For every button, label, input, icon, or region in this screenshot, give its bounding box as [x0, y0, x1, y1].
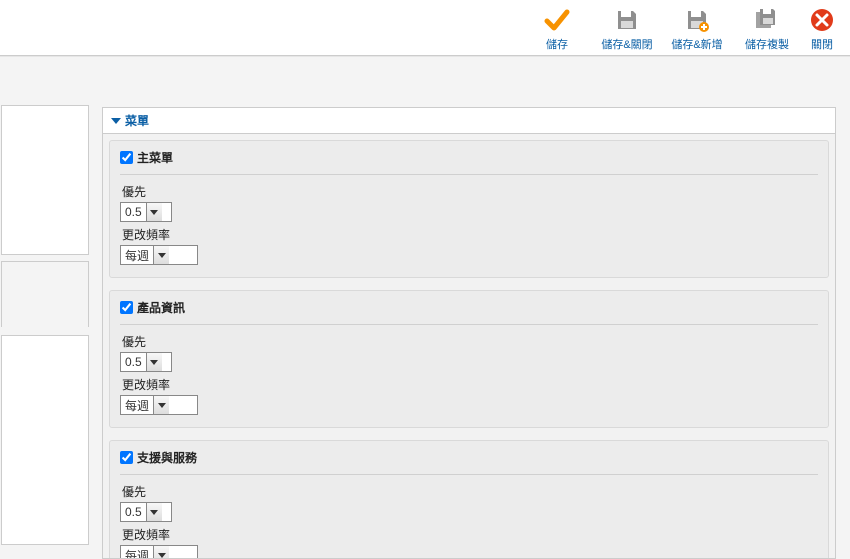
menu-group: 產品資訊 優先 0.5 更改頻率 每週 [109, 290, 829, 428]
disclosure-icon [111, 118, 121, 124]
left-panel-b [1, 261, 89, 327]
freq-select[interactable]: 每週 [120, 395, 198, 415]
freq-value: 每週 [125, 397, 149, 414]
workspace: 菜單 主菜單 優先 0.5 更改頻率 每週 [0, 56, 850, 559]
chevron-down-icon [146, 203, 162, 221]
freq-value: 每週 [125, 247, 149, 264]
group-checkbox[interactable] [120, 151, 133, 164]
group-checkbox[interactable] [120, 451, 133, 464]
left-panel-c [1, 335, 89, 545]
section-title: 菜單 [125, 112, 149, 129]
close-button[interactable]: 關閉 [802, 4, 842, 52]
freq-label: 更改頻率 [122, 376, 818, 393]
menu-panel: 菜單 主菜單 優先 0.5 更改頻率 每週 [102, 107, 836, 559]
save-copy-button[interactable]: 儲存複製 [732, 4, 802, 52]
save-new-label: 儲存&新增 [671, 36, 722, 52]
disk-plus-icon [685, 6, 709, 34]
chevron-down-icon [153, 246, 169, 264]
disk-copy-icon [754, 6, 780, 34]
check-icon [544, 6, 570, 34]
disk-icon [615, 6, 639, 34]
left-panel-a [1, 105, 89, 255]
save-close-button[interactable]: 儲存&關閉 [592, 4, 662, 52]
chevron-down-icon [146, 503, 162, 521]
group-checkbox[interactable] [120, 301, 133, 314]
priority-select[interactable]: 0.5 [120, 502, 172, 522]
group-title-label: 主菜單 [137, 149, 173, 166]
save-new-button[interactable]: 儲存&新增 [662, 4, 732, 52]
priority-label: 優先 [122, 333, 818, 350]
priority-select[interactable]: 0.5 [120, 202, 172, 222]
priority-value: 0.5 [125, 505, 142, 519]
section-header[interactable]: 菜單 [103, 108, 835, 134]
group-title-label: 支援與服務 [137, 449, 197, 466]
priority-value: 0.5 [125, 205, 142, 219]
priority-label: 優先 [122, 483, 818, 500]
priority-value: 0.5 [125, 355, 142, 369]
freq-select[interactable]: 每週 [120, 245, 198, 265]
divider [120, 474, 818, 475]
save-label: 儲存 [546, 36, 568, 52]
freq-select[interactable]: 每週 [120, 545, 198, 559]
divider [120, 324, 818, 325]
panel-body: 主菜單 優先 0.5 更改頻率 每週 產品資訊 [103, 134, 835, 559]
save-close-label: 儲存&關閉 [601, 36, 652, 52]
group-title-label: 產品資訊 [137, 299, 185, 316]
chevron-down-icon [153, 396, 169, 414]
toolbar: 儲存 儲存&關閉 儲存&新增 儲存複製 關閉 [0, 0, 850, 56]
left-column [0, 57, 95, 559]
priority-label: 優先 [122, 183, 818, 200]
close-label: 關閉 [811, 36, 833, 52]
chevron-down-icon [146, 353, 162, 371]
menu-group: 主菜單 優先 0.5 更改頻率 每週 [109, 140, 829, 278]
freq-value: 每週 [125, 547, 149, 559]
menu-group: 支援與服務 優先 0.5 更改頻率 每週 [109, 440, 829, 559]
save-button[interactable]: 儲存 [522, 4, 592, 52]
divider [120, 174, 818, 175]
save-copy-label: 儲存複製 [745, 36, 789, 52]
freq-label: 更改頻率 [122, 526, 818, 543]
chevron-down-icon [153, 546, 169, 559]
priority-select[interactable]: 0.5 [120, 352, 172, 372]
close-icon [810, 6, 834, 34]
freq-label: 更改頻率 [122, 226, 818, 243]
